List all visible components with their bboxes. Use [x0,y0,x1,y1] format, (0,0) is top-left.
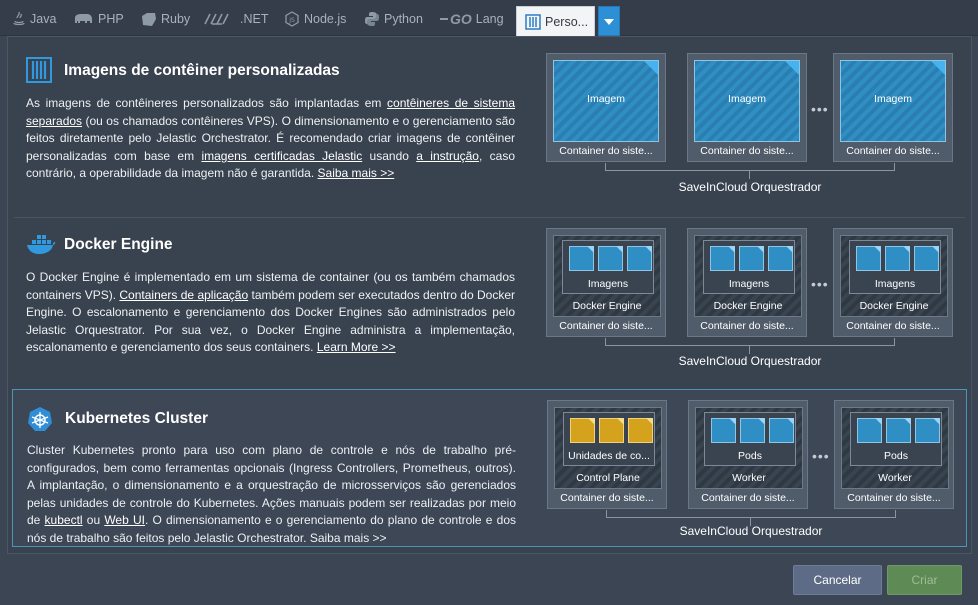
tab-label: Lang [475,12,504,26]
tab-label: Java [30,12,57,26]
image-box: Imagem [553,60,659,142]
link-web-ui[interactable]: Web UI [104,513,145,527]
tab-label: Node.js [304,12,347,26]
tab-bar: Java PHP Ruby .NET JS Node.js Python GO [0,0,978,36]
orchestrator-label: SaveInCloud Orquestrador [678,354,822,368]
nodejs-icon: JS [284,11,300,27]
orchestrator-bracket [606,510,896,518]
custom-containers-icon [26,57,52,83]
go-icon: GO [440,11,472,27]
chevron-down-icon [604,12,614,30]
image-box: Imagem [694,60,800,142]
tab-go[interactable]: GO Lang [440,7,504,31]
more-nodes-ellipsis: ••• [811,276,829,292]
images-box: Imagens [703,240,795,294]
docker-engine-box: Imagens Docker Engine [840,235,948,317]
content-panel: Imagens de contêiner personalizadas As i… [7,36,972,554]
tab-ruby[interactable]: Ruby [141,7,190,31]
tab-label: Perso... [545,14,589,29]
docker-engine-box: Imagens Docker Engine [694,235,802,317]
tab-python[interactable]: Python [364,7,423,31]
section-description: As imagens de contêineres personalizados… [26,96,516,180]
images-box: Imagens [562,240,654,294]
system-container-node: Imagens Docker Engine Container do siste… [687,228,807,337]
link-application-containers[interactable]: Containers de aplicação [119,288,248,302]
svg-text:JS: JS [288,17,295,24]
link-instruction[interactable]: a instrução [416,149,479,163]
pods-box: Pods [704,412,796,466]
tab-label: .NET [240,12,269,26]
orchestrator-bracket [605,163,895,171]
worker-node: Pods Worker Container do siste... [834,400,954,509]
images-box: Imagens [849,240,941,294]
control-plane-node: Unidades de co... Control Plane Containe… [547,400,667,509]
worker-box: Pods Worker [841,407,949,489]
section-title: Imagens de contêiner personalizadas [64,62,340,79]
tab-label: Ruby [161,12,191,26]
link-certified-images[interactable]: imagens certificadas Jelastic [201,149,362,163]
section-description: Cluster Kubernetes pronto para uso com p… [27,443,516,545]
java-icon [12,11,26,27]
link-learn-more[interactable]: Saiba mais >> [310,531,387,545]
system-container-node: Imagem Container do siste... [833,53,953,162]
tab-php[interactable]: PHP [72,7,124,31]
orchestrator-bracket [605,338,895,346]
dotnet-icon [204,13,236,25]
section-custom-images[interactable]: Imagens de contêiner personalizadas As i… [14,45,965,211]
tab-java[interactable]: Java [12,7,56,31]
image-box: Imagem [840,60,946,142]
more-nodes-ellipsis: ••• [812,448,830,464]
tab-dropdown-button[interactable] [598,6,620,36]
python-icon [364,11,380,27]
php-icon [72,12,94,26]
system-container-node: Imagens Docker Engine Container do siste… [546,228,666,337]
pods-box: Pods [850,412,942,466]
more-nodes-ellipsis: ••• [811,101,829,117]
link-learn-more[interactable]: Saiba mais >> [318,166,395,180]
section-description: O Docker Engine é implementado em um sis… [26,270,516,354]
tab-dotnet[interactable]: .NET [204,7,268,31]
create-button[interactable]: Criar [887,565,962,595]
orchestrator-label: SaveInCloud Orquestrador [679,524,823,538]
kubernetes-helm-icon [27,406,53,432]
section-title: Kubernetes Cluster [65,410,208,427]
control-units-box: Unidades de co... [563,412,655,466]
bracket-connector [749,171,750,179]
section-title: Docker Engine [64,236,173,253]
docker-whale-icon [26,232,56,256]
tab-label: PHP [98,12,124,26]
worker-node: Pods Worker Container do siste... [688,400,808,509]
section-docker-engine[interactable]: Docker Engine O Docker Engine é implemen… [14,217,965,387]
system-container-node: Imagem Container do siste... [687,53,807,162]
tab-nodejs[interactable]: JS Node.js [284,7,346,31]
ruby-icon [141,12,157,27]
bracket-connector [749,346,750,354]
cancel-button[interactable]: Cancelar [793,565,882,595]
docker-engine-box: Imagens Docker Engine [553,235,661,317]
worker-box: Pods Worker [695,407,803,489]
orchestrator-label: SaveInCloud Orquestrador [678,180,822,194]
control-plane-box: Unidades de co... Control Plane [554,407,662,489]
system-container-node: Imagens Docker Engine Container do siste… [833,228,953,337]
tab-label: Python [384,12,423,26]
link-kubectl[interactable]: kubectl [45,513,83,527]
custom-containers-icon [525,13,541,30]
system-container-node: Imagem Container do siste... [546,53,666,162]
section-kubernetes-cluster[interactable]: Kubernetes Cluster Cluster Kubernetes pr… [12,389,967,547]
link-learn-more[interactable]: Learn More >> [317,340,396,354]
tab-custom[interactable]: Perso... [516,6,596,36]
